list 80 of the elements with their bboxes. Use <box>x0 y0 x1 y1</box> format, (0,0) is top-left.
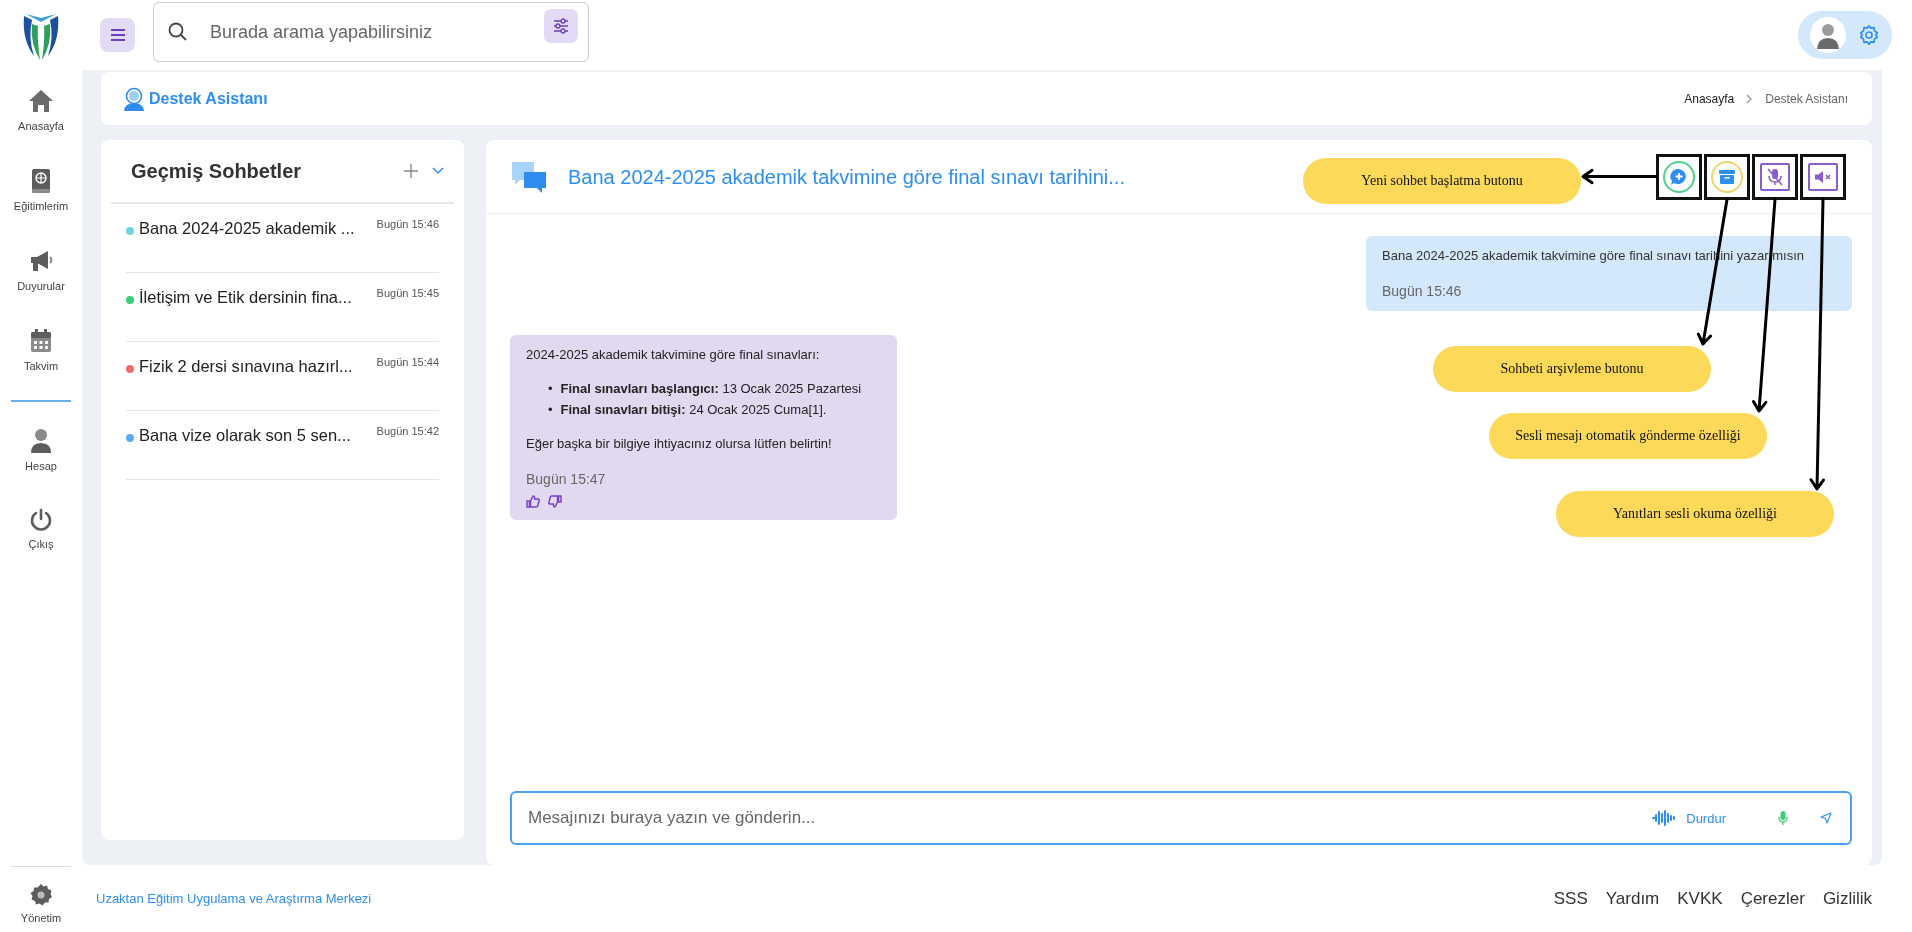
message-time: Bugün 15:46 <box>1382 283 1463 299</box>
chevron-icon <box>1746 93 1754 104</box>
callout-label: Yeni sohbet başlatma butonu <box>1303 158 1581 204</box>
breadcrumb-link[interactable]: Anasayfa <box>1684 91 1735 106</box>
organization-link[interactable]: Uzaktan Eğitim Uygulama ve Araştırma Merkezi <box>96 891 1536 906</box>
home-icon <box>27 88 55 114</box>
chat-title: Bana 2024-2025 akademik takvimine göre final sınavı tarihini... <box>568 164 1125 189</box>
chat-time: Bugün 15:46 <box>376 218 439 230</box>
speaker-mute-icon <box>1814 169 1832 184</box>
menu-icon <box>109 28 126 42</box>
profile-menu[interactable] <box>1798 11 1892 59</box>
chat-time: Bugün 15:44 <box>376 356 439 368</box>
footer-link[interactable]: Gizlilik <box>1822 888 1872 909</box>
panel-title: Geçmiş Sohbetler <box>131 159 303 183</box>
chat-title[interactable]: İletişim ve Etik dersinin fina... <box>139 287 352 307</box>
microphone-off-icon <box>1767 167 1783 186</box>
nav-item[interactable]: Eğitimlerim <box>6 160 76 220</box>
message-time: Bugün 15:47 <box>526 471 607 487</box>
page-title: Destek Asistanı <box>149 89 268 108</box>
list-item: Final sınavları başlangıcı: 13 Ocak 2025 Pazartesi <box>560 380 862 397</box>
chat-title[interactable]: Bana 2024-2025 akademik ... <box>139 218 355 238</box>
nav-item[interactable]: Çıkış <box>6 500 76 558</box>
list-item: Final sınavları bitişi: 24 Ocak 2025 Cuma[1]. <box>560 401 827 418</box>
footer-link[interactable]: Yardım <box>1605 888 1660 909</box>
settings-icon <box>29 883 53 907</box>
megaphone-icon <box>28 248 54 274</box>
power-icon <box>29 508 53 532</box>
plus-icon <box>404 164 418 178</box>
nav-item[interactable]: Duyurular <box>6 240 76 300</box>
footer-link[interactable]: SSS <box>1553 888 1588 909</box>
nav-item[interactable]: Hesap <box>6 420 76 480</box>
microphone-icon <box>1778 811 1788 825</box>
callout-label: Yanıtları sesli okuma özelliği <box>1556 491 1834 537</box>
message-field[interactable]: Mesajınızı buraya yazın ve gönderin... Durdur <box>510 791 1852 845</box>
like-button[interactable] <box>526 495 540 508</box>
settings-icon[interactable] <box>1858 24 1880 46</box>
chat-time: Bugün 15:45 <box>376 287 439 299</box>
chat-title[interactable]: Fizik 2 dersi sınavına hazırl... <box>139 356 353 376</box>
assistant-icon <box>123 86 145 111</box>
archive-icon <box>1718 168 1736 185</box>
message-text: Eğer başka bir bilgiye ihtiyacınız olursa lütfen belirtin! <box>526 436 833 451</box>
avatar-icon[interactable] <box>1810 17 1846 53</box>
footer-link[interactable]: Çerezler <box>1740 888 1805 909</box>
calendar-icon <box>29 328 53 354</box>
search-input[interactable]: Burada arama yapabilirsiniz <box>208 20 524 44</box>
breadcrumb-current: Destek Asistanı <box>1765 91 1848 106</box>
send-icon <box>1820 812 1832 824</box>
chat-title[interactable]: Bana vize olarak son 5 sen... <box>139 425 351 445</box>
menu-button[interactable] <box>100 18 135 52</box>
search-icon <box>168 22 188 42</box>
auto-send-toggle[interactable] <box>1760 162 1790 191</box>
bullet-marker: • <box>548 401 553 418</box>
sound-wave-icon <box>1652 810 1677 826</box>
callout-label: Sohbeti arşivleme butonu <box>1433 346 1711 392</box>
stop-button[interactable]: Durdur <box>1652 810 1726 826</box>
message-text: 2024-2025 akademik takvimine göre final sınavları: <box>526 347 821 362</box>
add-button[interactable] <box>404 164 418 178</box>
thumbs-up-icon <box>526 495 540 508</box>
chat-time: Bugün 15:42 <box>376 425 439 437</box>
sliders-icon <box>553 18 569 34</box>
book-icon <box>30 168 52 194</box>
chevron-icon <box>432 167 444 175</box>
search-field[interactable]: Burada arama yapabilirsiniz <box>153 2 589 62</box>
bullet-marker: • <box>548 380 553 397</box>
collapse-button[interactable] <box>432 167 444 175</box>
read-aloud-toggle[interactable] <box>1808 162 1838 191</box>
person-icon <box>29 428 53 454</box>
new-chat-button[interactable] <box>1663 160 1695 193</box>
send-button[interactable] <box>1820 812 1832 824</box>
chat-bubbles-icon <box>510 159 548 194</box>
filter-button[interactable] <box>544 9 578 43</box>
dislike-button[interactable] <box>548 495 562 508</box>
callout-label: Sesli mesajı otomatik gönderme özelliği <box>1489 413 1767 459</box>
footer-link[interactable]: KVKK <box>1677 888 1723 909</box>
chat-plus-icon <box>1670 167 1688 186</box>
archive-button[interactable] <box>1711 160 1743 193</box>
message-input[interactable]: Mesajınızı buraya yazın ve gönderin... <box>526 807 1639 829</box>
nav-item[interactable]: Takvim <box>6 320 76 380</box>
thumbs-down-icon <box>548 495 562 508</box>
nav-item[interactable]: Anasayfa <box>6 80 76 140</box>
